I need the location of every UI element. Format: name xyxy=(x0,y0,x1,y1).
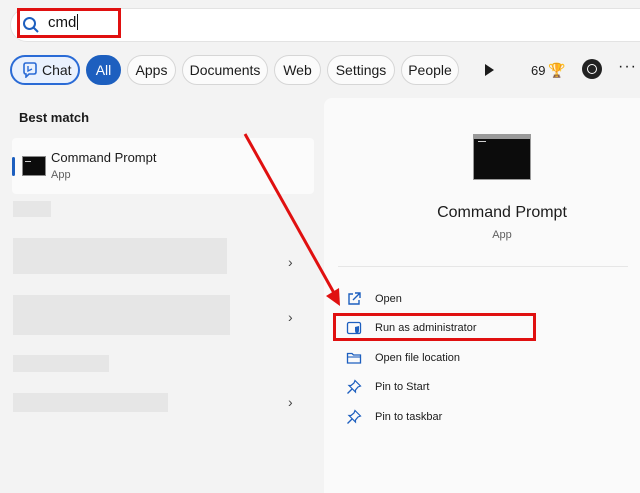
annotation-arrow xyxy=(243,133,340,306)
